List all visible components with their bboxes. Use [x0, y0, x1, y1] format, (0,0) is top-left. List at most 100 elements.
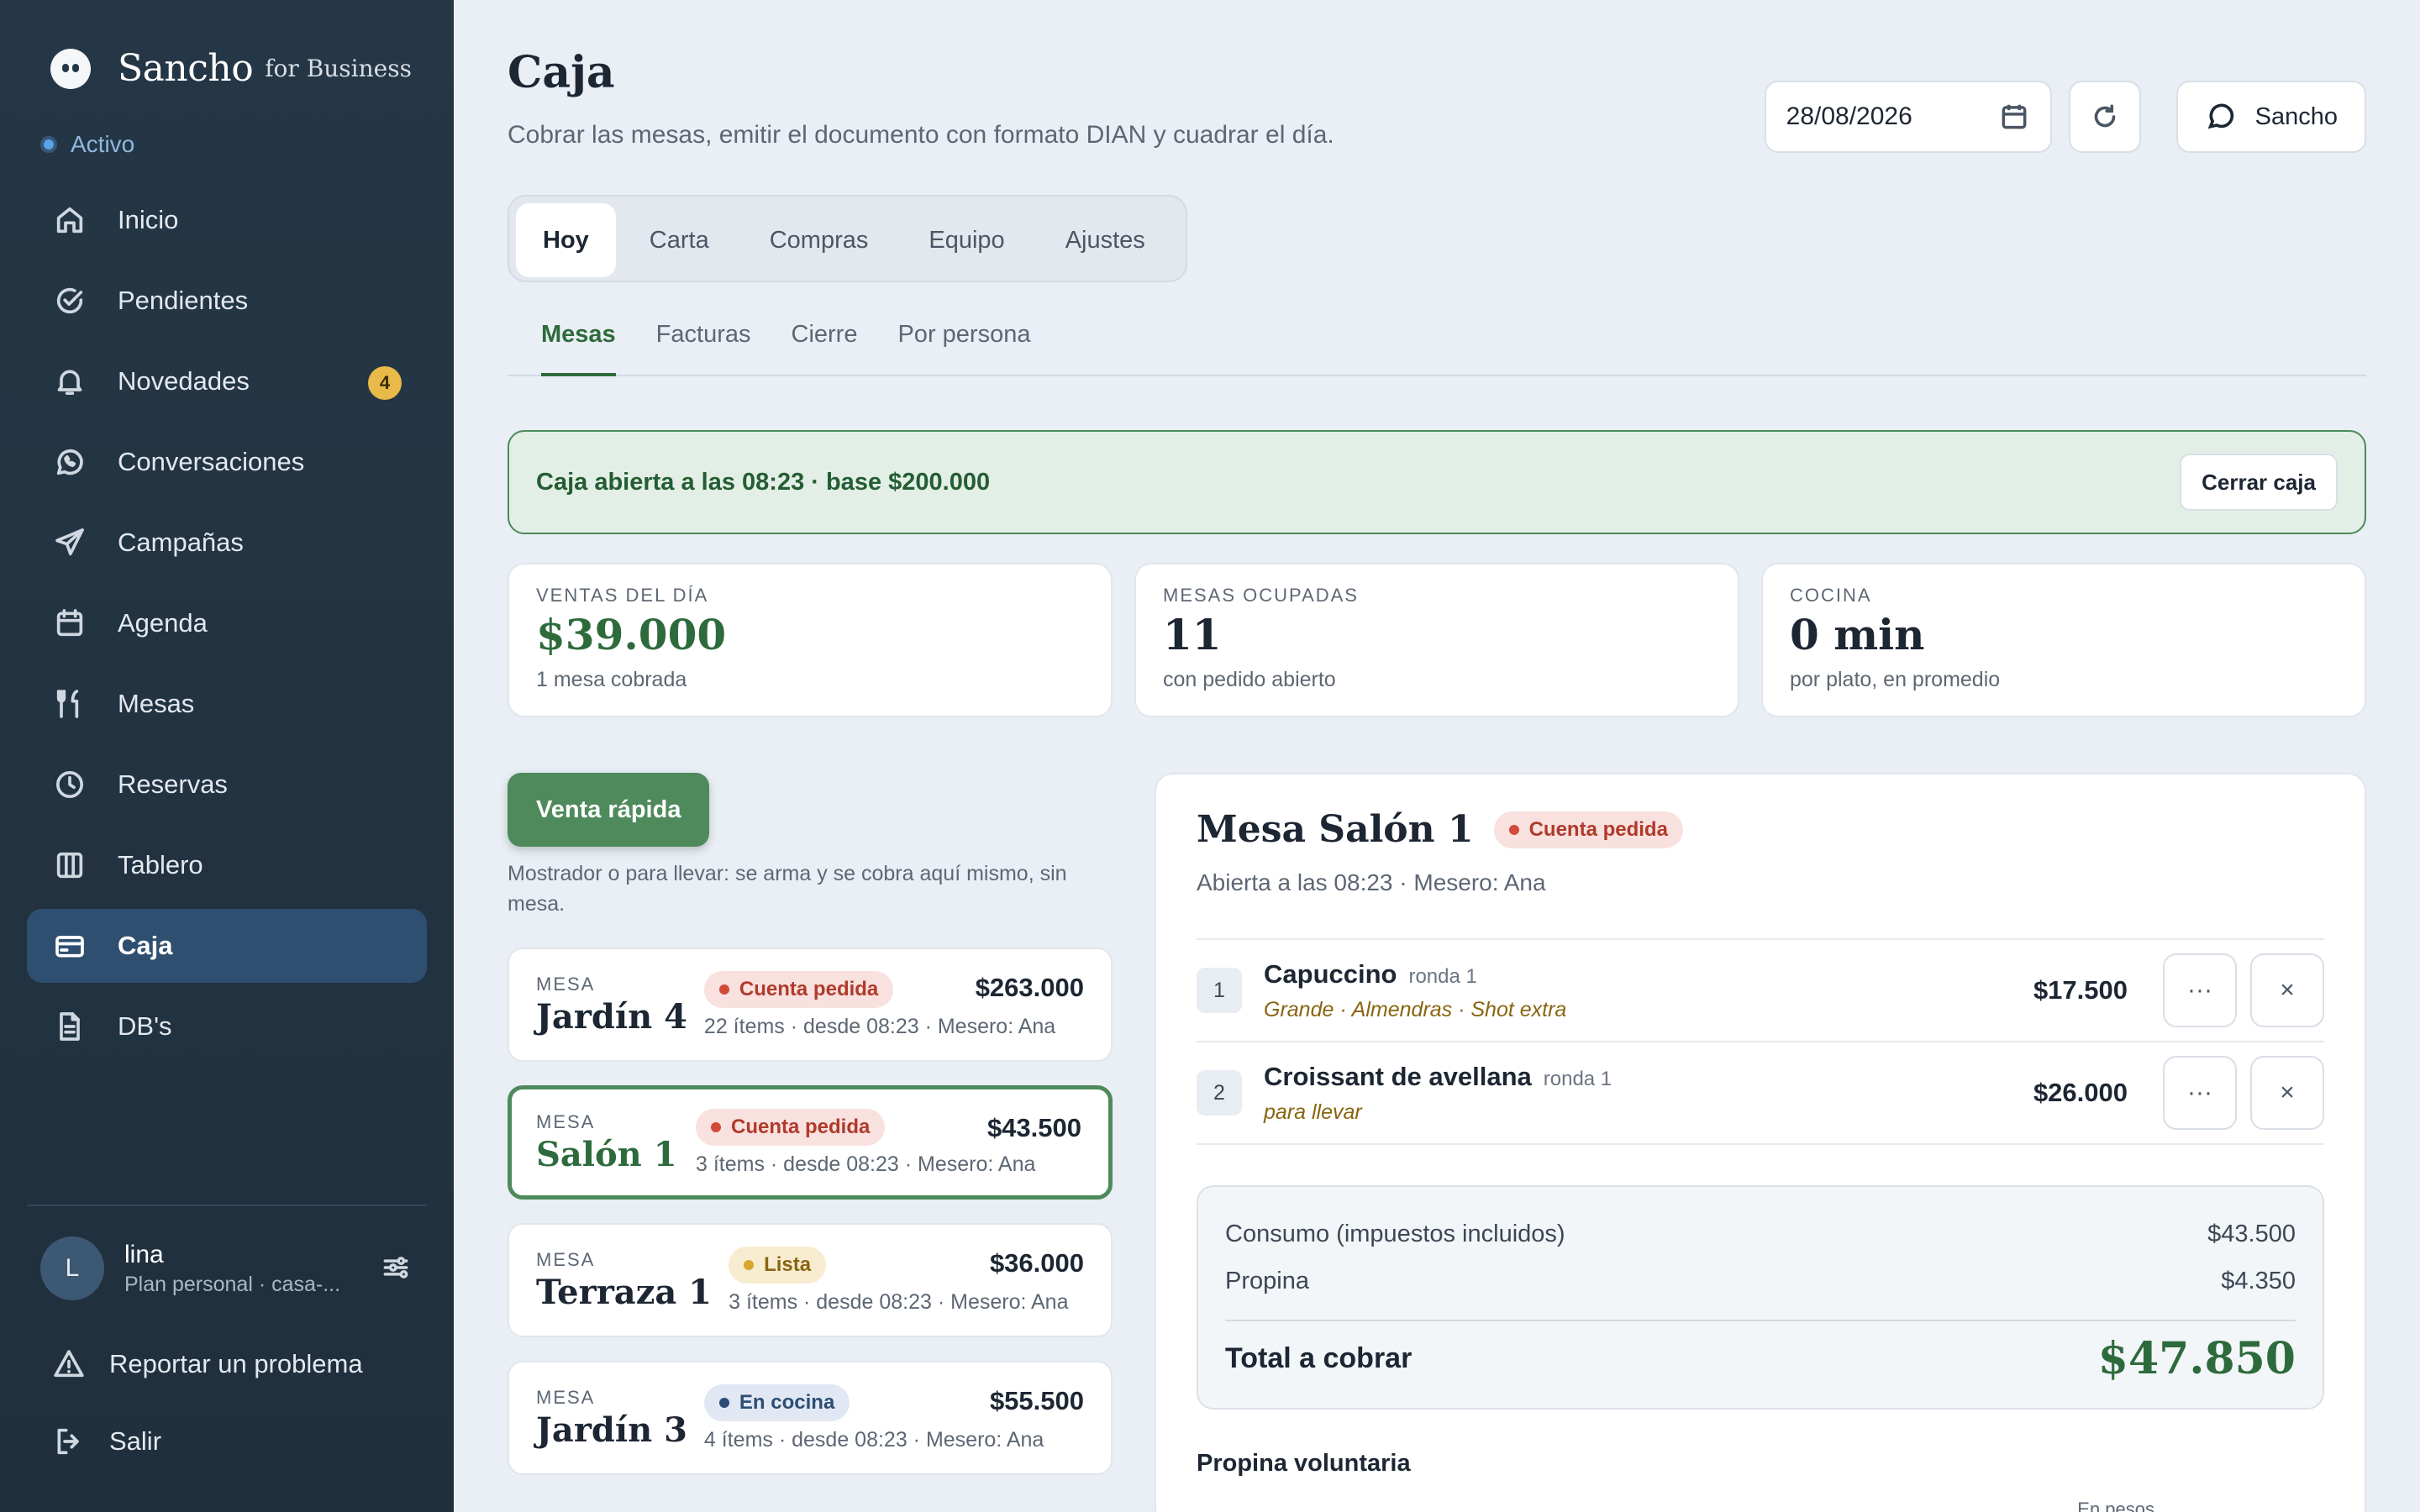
report-problem-link[interactable]: Reportar un problema [52, 1347, 363, 1381]
logout-label: Salir [109, 1426, 162, 1456]
sidebar-nav: Inicio Pendientes Novedades 4 Conversaci… [27, 183, 427, 1070]
tab-compras[interactable]: Compras [743, 203, 896, 277]
subtab-facturas[interactable]: Facturas [656, 321, 751, 376]
total-value: $47.850 [2097, 1333, 2296, 1384]
remove-item-button[interactable]: × [2250, 1056, 2324, 1130]
close-cash-button[interactable]: Cerrar caja [2180, 454, 2338, 511]
credit-card-icon [52, 928, 87, 963]
more-options-button[interactable]: ··· [2163, 953, 2237, 1027]
table-card-salon-1[interactable]: MESA Salón 1 Cuenta pedida 3 ítems · des… [508, 1085, 1113, 1200]
subtab-por-persona[interactable]: Por persona [897, 321, 1030, 376]
columns-icon [52, 848, 87, 883]
table-name: Jardín 4 [536, 996, 687, 1037]
logout-link[interactable]: Salir [52, 1425, 161, 1458]
date-picker[interactable]: 28/08/2026 [1764, 81, 2052, 153]
sidebar-item-conversaciones[interactable]: Conversaciones [27, 425, 427, 499]
sidebar-item-label: Reservas [118, 769, 228, 799]
tip-unit-label: En pesos [2077, 1499, 2154, 1512]
tab-ajustes[interactable]: Ajustes [1039, 203, 1172, 277]
notification-badge: 4 [368, 366, 402, 400]
brand-suffix: for Business [265, 55, 412, 82]
table-amount: $36.000 [989, 1248, 1084, 1278]
calendar-icon[interactable] [1998, 101, 2030, 133]
table-card-jardin-3[interactable]: MESA Jardín 3 En cocina 4 ítems · desde … [508, 1361, 1113, 1475]
stat-label: COCINA [1790, 585, 1872, 606]
logout-icon [57, 1428, 79, 1455]
sidebar-item-novedades[interactable]: Novedades 4 [27, 344, 427, 418]
remove-item-button[interactable]: × [2250, 953, 2324, 1027]
quick-sale-button[interactable]: Venta rápida [508, 773, 710, 847]
sancho-logo-icon [50, 48, 91, 89]
item-modifiers: para llevar [1264, 1100, 1362, 1124]
status-indicator: Activo [40, 131, 134, 158]
sidebar-item-label: Agenda [118, 608, 208, 638]
stat-label: VENTAS DEL DÍA [536, 585, 709, 606]
table-list: MESA Jardín 4 Cuenta pedida 22 ítems · d… [508, 948, 1113, 1499]
item-round: ronda 1 [1543, 1067, 1612, 1090]
sidebar-item-dbs[interactable]: DB's [27, 990, 427, 1063]
sidebar-item-inicio[interactable]: Inicio [27, 183, 427, 257]
main-tabs: Hoy Carta Compras Equipo Ajustes [508, 195, 1187, 282]
refresh-button[interactable] [2068, 81, 2141, 153]
stat-card-sales: VENTAS DEL DÍA $39.000 1 mesa cobrada [508, 563, 1113, 717]
propina-label: Propina [1225, 1267, 1309, 1294]
table-amount: $263.000 [975, 973, 1084, 1002]
sidebar-item-label: Pendientes [118, 286, 249, 315]
subtab-cierre[interactable]: Cierre [792, 321, 858, 376]
sidebar-item-label: Mesas [118, 689, 195, 718]
tab-equipo[interactable]: Equipo [902, 203, 1031, 277]
brand[interactable]: Sancho for Business [50, 47, 412, 90]
report-problem-label: Reportar un problema [109, 1349, 363, 1378]
sidebar-item-label: Conversaciones [118, 447, 305, 476]
sancho-button-label: Sancho [2254, 102, 2338, 130]
sliders-icon[interactable] [380, 1252, 413, 1285]
user-profile[interactable]: L lina Plan personal · casa-... [40, 1236, 413, 1300]
status-dot-icon [40, 136, 57, 153]
stat-value: $39.000 [536, 610, 727, 659]
list-item: 2 Croissant de avellana ronda 1 para llev… [1197, 1042, 2324, 1145]
table-card-jardin-4[interactable]: MESA Jardín 4 Cuenta pedida 22 ítems · d… [508, 948, 1113, 1062]
detail-title: Mesa Salón 1 [1197, 808, 1474, 851]
table-meta: 4 ítems · desde 08:23 · Mesero: Ana [703, 1427, 1044, 1452]
detail-subtitle: Abierta a las 08:23 · Mesero: Ana [1197, 869, 1546, 895]
chat-bubble-icon [2207, 103, 2233, 129]
subtab-mesas[interactable]: Mesas [541, 321, 616, 376]
table-amount: $55.500 [989, 1386, 1084, 1415]
sidebar-item-caja[interactable]: Caja [27, 909, 427, 983]
tab-carta[interactable]: Carta [623, 203, 736, 277]
banner-text: Caja abierta a las 08:23 · base $200.000 [536, 468, 991, 496]
sancho-chat-button[interactable]: Sancho [2175, 81, 2366, 153]
avatar: L [40, 1236, 104, 1300]
sidebar-item-tablero[interactable]: Tablero [27, 828, 427, 902]
order-items: 1 Capuccino ronda 1 Grande · Almendras · … [1197, 938, 2324, 1145]
sidebar-item-label: Caja [118, 931, 173, 960]
sidebar-item-campanas[interactable]: Campañas [27, 506, 427, 580]
table-card-terraza-1[interactable]: MESA Terraza 1 Lista 3 ítems · desde 08:… [508, 1223, 1113, 1337]
refresh-icon [2094, 104, 2115, 128]
more-options-button[interactable]: ··· [2163, 1056, 2237, 1130]
item-modifiers: Grande · Almendras · Shot extra [1264, 997, 1567, 1021]
table-kicker: MESA [536, 1110, 596, 1132]
stats-row: VENTAS DEL DÍA $39.000 1 mesa cobrada ME… [508, 563, 2366, 717]
table-name: Salón 1 [536, 1134, 677, 1174]
table-kicker: MESA [536, 973, 596, 995]
sidebar-item-reservas[interactable]: Reservas [27, 748, 427, 822]
tab-hoy[interactable]: Hoy [516, 203, 616, 277]
sidebar-item-pendientes[interactable]: Pendientes [27, 264, 427, 338]
sidebar-item-agenda[interactable]: Agenda [27, 586, 427, 660]
totals-box: Consumo (impuestos incluidos) $43.500 Pr… [1197, 1185, 2324, 1410]
utensils-icon [52, 686, 87, 722]
stat-card-tables: MESAS OCUPADAS 11 con pedido abierto [1134, 563, 1739, 717]
table-meta: 3 ítems · desde 08:23 · Mesero: Ana [729, 1289, 1069, 1314]
bell-icon [52, 364, 87, 399]
page-title: Caja [508, 47, 615, 98]
table-name: Jardín 3 [536, 1410, 687, 1450]
warning-icon [54, 1350, 84, 1378]
sidebar-item-label: DB's [118, 1011, 172, 1041]
table-kicker: MESA [536, 1248, 596, 1270]
document-icon [52, 1009, 87, 1044]
stat-note: 1 mesa cobrada [536, 668, 687, 691]
header-controls: 28/08/2026 Sancho [1764, 81, 2366, 153]
sidebar-item-mesas[interactable]: Mesas [27, 667, 427, 741]
whatsapp-icon [52, 444, 87, 480]
